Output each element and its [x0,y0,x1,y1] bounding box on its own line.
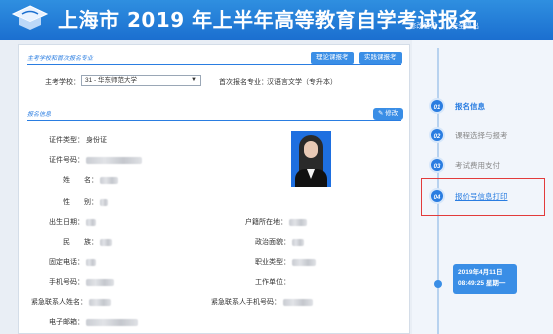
school-select-value: 31 - 华东师范大学 [85,77,138,84]
step-number: 03 [429,157,445,173]
phone-value-redacted [85,258,96,266]
mobile-row: 手机号码： [49,277,114,287]
household-value-redacted [288,218,307,226]
theory-exam-button[interactable]: 理论课报考 [311,52,354,64]
id-type-row: 证件类型： 身份证 [49,135,107,145]
ethnic-value-redacted [99,238,112,246]
timeline-dot [434,280,442,288]
gender-label: 性 别： [63,199,98,206]
gender-row: 性 别： [63,197,108,207]
birth-label: 出生日期： [49,219,84,226]
ethnic-row: 民 族： [63,237,112,247]
emergency-name-value-redacted [88,298,111,306]
section-info-head: 报名信息 [27,107,401,121]
change-password-link[interactable]: 修改密码 [409,23,437,30]
workplace-row: 工作单位： [255,277,290,287]
major-label: 首次报名专业： [219,79,268,86]
section-school-title: 主考学校和首次报名专业 [27,56,94,62]
step-3-fee-payment[interactable]: 03 考试费用支付 [429,157,549,173]
occupation-label: 职业类型： [255,259,290,266]
step-label: 报名信息 [455,102,485,111]
link-separator: | [443,23,446,30]
major-value: 汉语言文学（专升本） [267,79,337,86]
emergency-mobile-value-redacted [282,298,313,306]
name-value-redacted [99,176,118,184]
occupation-row: 职业类型： [255,257,316,267]
mobile-value-redacted [85,278,114,286]
political-row: 政治面貌： [255,237,304,247]
date-text: 2019年4月11日 [458,269,503,276]
gender-value-redacted [99,198,108,206]
emergency-mobile-row: 紧急联系人手机号码： [211,297,313,307]
main-panel: 主考学校和首次报名专业 理论课报考 实践课报考 主考学校： 31 - 华东师范大… [18,44,410,334]
id-type-label: 证件类型： [49,137,84,144]
id-no-label: 证件号码： [49,157,84,164]
date-time-box: 2019年4月11日 08:49:25 星期一 [453,264,517,294]
highlight-box [421,178,545,216]
school-label: 主考学校： [45,79,80,86]
header-bar: 上海市 2019 年上半年高等教育自学考试报名 修改密码 | 安全退出 [0,0,553,40]
step-label: 考试费用支付 [455,161,500,170]
birth-value-redacted [85,218,96,226]
name-label: 姓 名： [63,177,98,184]
step-1-registration-info[interactable]: 01 报名信息 [429,98,549,114]
mobile-label: 手机号码： [49,279,84,286]
emergency-name-label: 紧急联系人姓名： [31,299,87,306]
step-number: 01 [429,98,445,114]
occupation-value-redacted [291,258,316,266]
chevron-down-icon: ▼ [191,77,197,83]
birth-row: 出生日期： [49,217,96,227]
edit-button[interactable]: ✎ 修改 [373,108,404,120]
school-select[interactable]: 31 - 华东师范大学 ▼ [81,75,201,86]
logo-icon [11,5,49,30]
workplace-label: 工作单位： [255,279,290,286]
email-value-redacted [85,318,138,326]
political-value-redacted [291,238,304,246]
emergency-name-row: 紧急联系人姓名： [31,297,111,307]
header-links: 修改密码 | 安全退出 [405,21,479,31]
name-row: 姓 名： [63,175,118,185]
phone-row: 固定电话： [49,257,96,267]
edit-button-label: 修改 [385,110,399,117]
id-type-value: 身份证 [85,137,107,144]
step-label: 课程选择与报考 [455,131,508,140]
email-label: 电子邮箱： [49,319,84,326]
emergency-mobile-label: 紧急联系人手机号码： [211,299,281,306]
step-2-course-selection[interactable]: 02 课程选择与报考 [429,127,549,143]
step-number: 02 [429,127,445,143]
time-text: 08:49:25 星期一 [458,280,506,287]
applicant-photo [291,131,331,187]
section-info-title: 报名信息 [27,112,52,118]
email-row: 电子邮箱： [49,317,138,327]
household-row: 户籍所在地： [245,217,307,227]
practice-exam-button[interactable]: 实践课报考 [359,52,402,64]
id-no-row: 证件号码： [49,155,142,165]
logout-link[interactable]: 安全退出 [451,23,479,30]
political-label: 政治面貌： [255,239,290,246]
id-no-value-redacted [85,156,142,164]
phone-label: 固定电话： [49,259,84,266]
household-label: 户籍所在地： [245,219,287,226]
edit-icon: ✎ [378,110,384,117]
ethnic-label: 民 族： [63,239,98,246]
